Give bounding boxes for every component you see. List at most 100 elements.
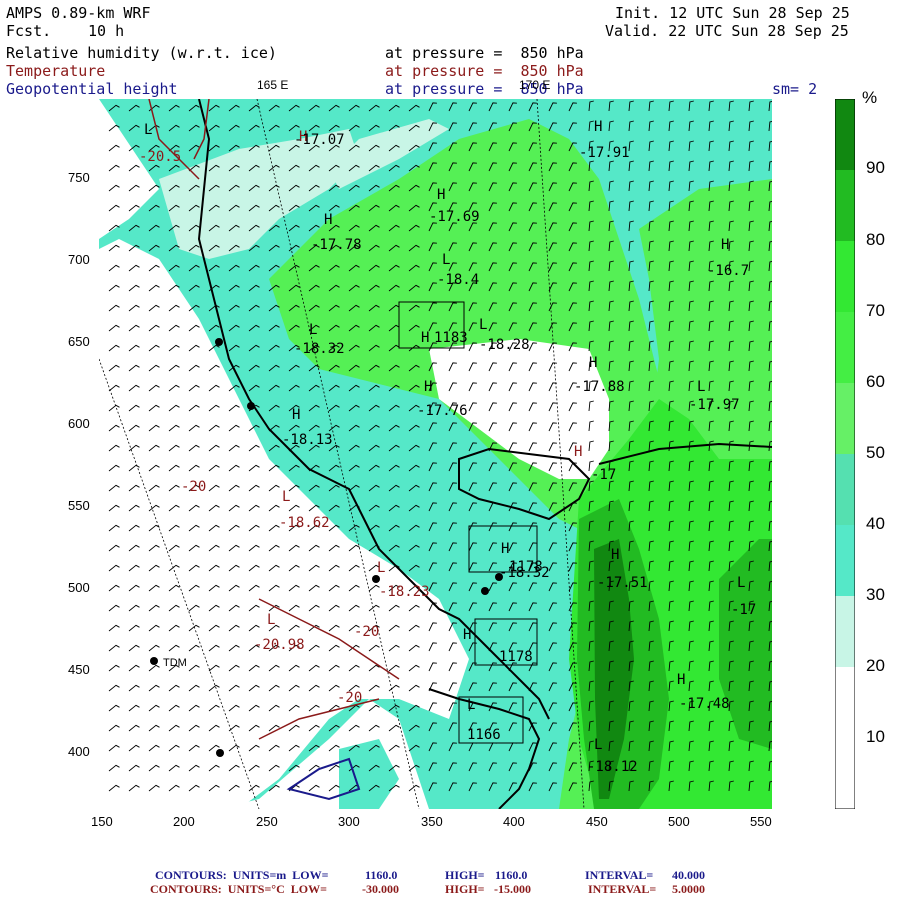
hl-value: 1178	[499, 649, 533, 665]
pressure-temp: at pressure = 850 hPa	[385, 62, 584, 80]
station-dot	[216, 749, 224, 757]
temp-contour-label: -20	[354, 624, 379, 640]
smoothing-label: sm= 2	[772, 80, 818, 98]
hl-mark: L	[144, 122, 152, 138]
hl-value: -18.32	[499, 565, 550, 581]
footer-height-low: 1160.0	[365, 868, 398, 882]
hl-value: -17.76	[417, 403, 468, 419]
hl-value: -16.7	[707, 263, 749, 279]
colorbar-swatch	[835, 383, 855, 454]
hl-mark: L	[594, 737, 602, 753]
x-tick: 350	[421, 814, 443, 829]
valid-time: Valid. 22 UTC Sun 28 Sep 25	[605, 22, 849, 40]
hl-mark: L	[467, 697, 475, 713]
hl-value: -18.23	[379, 584, 430, 600]
hl-mark: H	[721, 237, 729, 253]
hl-value: -17.48	[679, 696, 730, 712]
colorbar-swatch	[835, 525, 855, 596]
colorbar-swatch	[835, 99, 855, 170]
hl-mark: L	[282, 489, 290, 505]
colorbar-label: 70	[866, 301, 885, 320]
hl-value: 1183	[434, 330, 468, 346]
footer-temp-high: -15.000	[494, 882, 531, 896]
colorbar-label: 60	[866, 372, 885, 391]
y-tick: 500	[68, 580, 90, 595]
hl-value: -18.13	[282, 432, 333, 448]
hl-mark: H	[501, 541, 509, 557]
temp-contour-label: -20	[337, 690, 362, 706]
hl-mark: H	[421, 330, 429, 346]
colorbar-unit: %	[862, 88, 878, 107]
x-tick: 400	[503, 814, 525, 829]
hl-mark: H	[424, 379, 432, 395]
x-tick: 250	[256, 814, 278, 829]
lon-label-170e: 170 E	[519, 78, 551, 92]
hl-mark: L	[442, 252, 450, 268]
footer-temp-interval-label: INTERVAL=	[588, 882, 657, 896]
colorbar-label: 20	[866, 656, 885, 675]
footer-height-interval: 40.000	[672, 868, 705, 882]
y-tick: 700	[68, 252, 90, 267]
y-tick: 400	[68, 744, 90, 759]
hl-mark: H	[574, 444, 582, 460]
hl-value: -17.97	[689, 397, 740, 413]
hl-mark: L	[267, 612, 275, 628]
lon-label-165e: 165 E	[257, 78, 289, 92]
colorbar-swatch	[835, 241, 855, 312]
forecast-hour: 10 h	[88, 22, 125, 40]
hl-value: -18.28	[479, 337, 530, 353]
colorbar-swatch	[835, 667, 855, 809]
hl-mark: L	[697, 379, 705, 395]
colorbar-label: 80	[866, 230, 885, 249]
rh-colorbar	[835, 99, 855, 809]
footer-temp-label: CONTOURS: UNITS=°C LOW=	[150, 882, 327, 896]
hl-mark: H	[463, 627, 471, 643]
hl-value: -17	[591, 467, 616, 483]
hl-value: -17.88	[574, 379, 625, 395]
hl-mark: H	[292, 407, 300, 423]
station-dot	[495, 573, 503, 581]
footer-height-high-label: HIGH=	[445, 868, 485, 882]
hl-value: -20.98	[254, 637, 305, 653]
hl-value: -18.12	[587, 759, 638, 775]
colorbar-swatch	[835, 312, 855, 383]
hl-mark: H	[611, 547, 619, 563]
field-temp-label: Temperature	[6, 62, 106, 80]
footer-temp-high-label: HIGH=	[445, 882, 485, 896]
x-tick: 300	[338, 814, 360, 829]
y-tick: 450	[68, 662, 90, 677]
hl-value: -17.91	[579, 145, 630, 161]
footer-temp-interval: 5.0000	[672, 882, 705, 896]
footer-height-label: CONTOURS: UNITS=m LOW=	[155, 868, 329, 882]
footer-height-interval-label: INTERVAL=	[585, 868, 654, 882]
hl-value: -17	[731, 602, 756, 618]
colorbar-label: 40	[866, 514, 885, 533]
colorbar-label: 30	[866, 585, 885, 604]
hl-value: -18.62	[279, 515, 330, 531]
colorbar-label: 10	[866, 727, 885, 746]
station-dot	[372, 575, 380, 583]
hl-mark: L	[309, 322, 317, 338]
station-dot	[481, 587, 489, 595]
temp-contour-label: -20	[181, 479, 206, 495]
model-title: AMPS 0.89-km WRF	[6, 4, 151, 22]
colorbar-swatch	[835, 596, 855, 667]
hl-value: -17.51	[597, 575, 648, 591]
forecast-label: Fcst.	[6, 22, 52, 40]
station-dot	[150, 657, 158, 665]
hl-value: -17.69	[429, 209, 480, 225]
hl-value: -20.5	[139, 149, 181, 165]
rh-map: L -20.5 H -17.07 H -17.91 H -17.69 H -17…	[99, 99, 772, 809]
hl-value: -18.4	[437, 272, 479, 288]
footer-height-high: 1160.0	[495, 868, 528, 882]
hl-mark: H	[589, 355, 597, 371]
pressure-height: at pressure = 850 hPa	[385, 80, 584, 98]
hl-value: 1166	[467, 727, 501, 743]
x-tick: 500	[668, 814, 690, 829]
x-tick: 150	[91, 814, 113, 829]
colorbar-swatch	[835, 454, 855, 525]
hl-mark: L	[737, 575, 745, 591]
hl-mark: H	[324, 212, 332, 228]
station-label-tdm: TDM	[163, 657, 187, 669]
hl-mark: L	[479, 317, 487, 333]
